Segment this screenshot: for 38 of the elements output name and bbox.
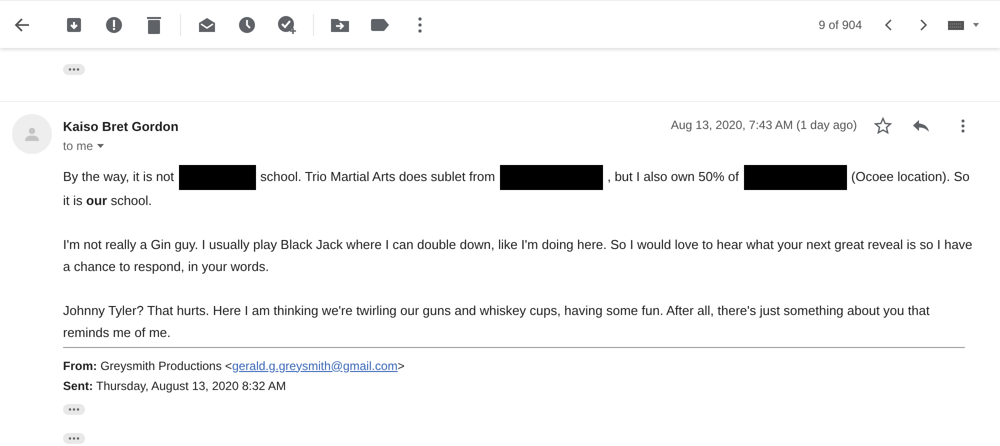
clock-icon	[238, 16, 256, 34]
ellipsis-icon	[68, 408, 80, 410]
email-link[interactable]: gerald.g.greysmith@gmail.com	[232, 358, 398, 372]
body-text: (Ocoee location). So	[851, 168, 970, 184]
ellipsis-icon	[68, 68, 80, 71]
add-task-icon	[277, 14, 297, 34]
show-trimmed-button[interactable]	[63, 404, 85, 414]
show-trimmed-button[interactable]	[63, 432, 85, 444]
show-trimmed-button[interactable]	[63, 64, 85, 75]
caret-icon[interactable]	[97, 144, 104, 148]
quoted-from-line: From: Greysmith Productions <gerald.g.greysmith@gmail.com>	[63, 358, 406, 374]
message-date: Aug 13, 2020, 7:43 AM (1 day ago)	[670, 117, 857, 134]
keyboard-icon	[948, 20, 982, 30]
arrow-left-icon	[14, 16, 30, 32]
exclamation-icon	[105, 16, 123, 34]
chevron-left-icon	[884, 18, 892, 30]
body-text: it is our school.	[63, 192, 152, 208]
trash-icon	[147, 16, 161, 34]
quoted-sent-line: Sent: Thursday, August 13, 2020 8:32 AM	[63, 378, 288, 394]
star-icon	[874, 117, 892, 135]
chevron-right-icon	[920, 18, 928, 30]
body-text: school. Trio Martial Arts does sublet from	[260, 168, 496, 184]
body-text: By the way, it is not	[63, 168, 174, 184]
page-counter: 9 of 904	[818, 16, 862, 34]
body-text: I'm not really a Gin guy. I usually play Black Jack where I can double down, like I'm doing here. So I would love to hear what your next great reveal is so I have a chance to respond, in your words.	[63, 236, 972, 274]
sender-name: Kaiso Bret Gordon	[63, 118, 179, 136]
recipient-label: to me	[63, 138, 94, 154]
avatar-icon	[12, 114, 52, 154]
body-text: Johnny Tyler? That hurts. Here I am thinking we're twirling our guns and whiskey cups, having some fun. After all, there's just something about you that reminds me of me.	[63, 302, 930, 340]
ellipsis-icon	[68, 436, 80, 440]
more-icon	[418, 16, 422, 32]
archive-icon	[66, 16, 82, 32]
label-icon	[371, 18, 389, 30]
more-icon	[961, 119, 965, 133]
envelope-icon	[198, 16, 216, 32]
body-text: , but I also own 50% of	[607, 168, 739, 184]
reply-icon	[913, 120, 929, 132]
folder-arrow-icon	[331, 18, 349, 32]
